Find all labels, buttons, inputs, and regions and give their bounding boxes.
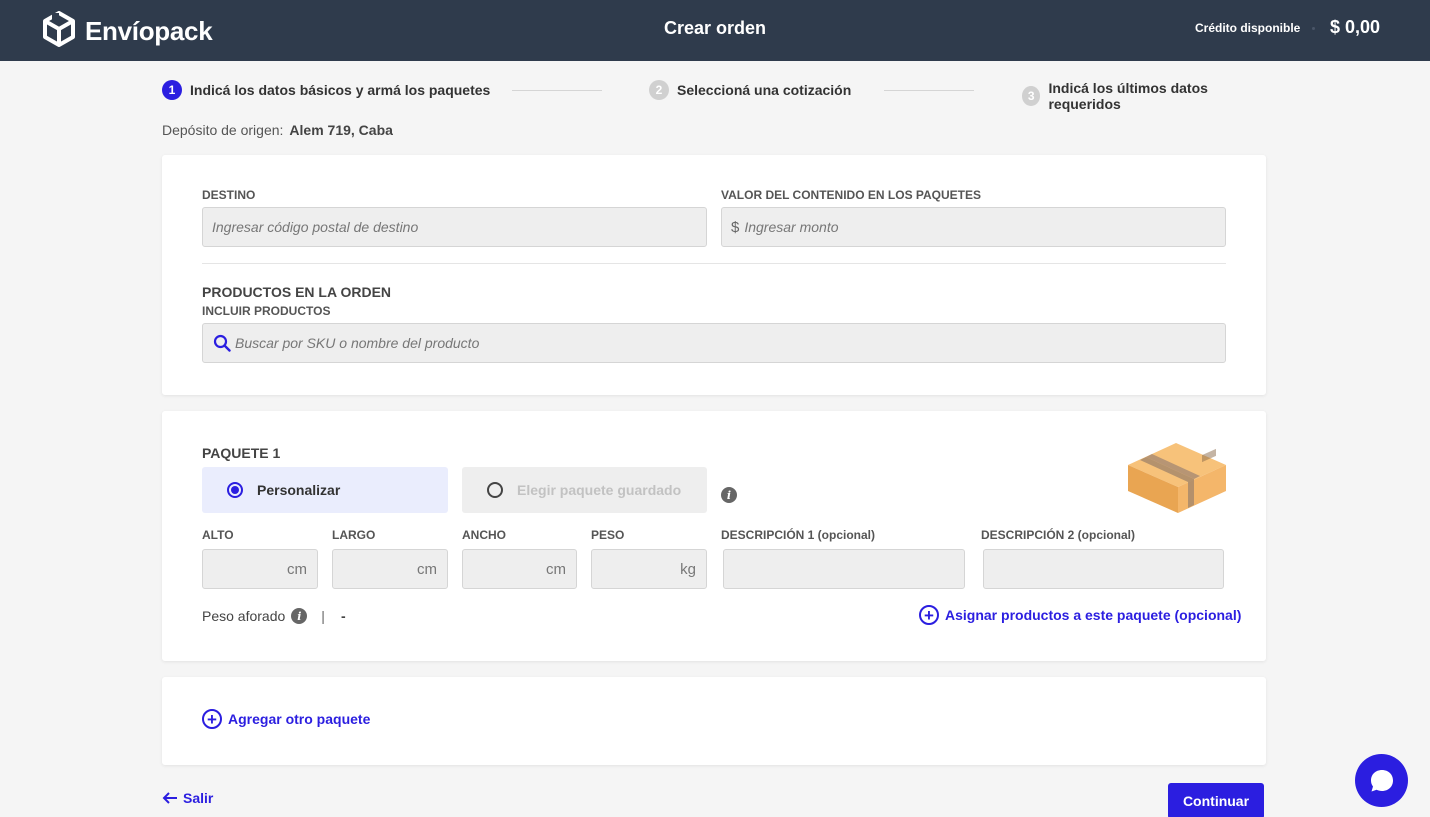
order-basics-card: DESTINO Ingresar código postal de destin… [162, 155, 1266, 395]
stepper: 1 Indicá los datos básicos y armá los pa… [162, 80, 1266, 112]
ancho-label: ANCHO [462, 528, 506, 542]
radio-unselected-icon [487, 482, 503, 498]
exit-link[interactable]: Salir [162, 790, 213, 806]
peso-label: PESO [591, 528, 625, 542]
step-connector [884, 90, 974, 91]
step-label: Indicá los últimos datos requeridos [1048, 80, 1208, 112]
credit-separator [1312, 27, 1315, 30]
content-value-label: VALOR DEL CONTENIDO EN LOS PAQUETES [721, 188, 982, 202]
description-1-input[interactable] [723, 549, 965, 589]
description-2-input[interactable] [983, 549, 1224, 589]
include-products-label: INCLUIR PRODUCTOS [202, 304, 331, 318]
volumetric-weight: Peso aforado i | - [202, 608, 346, 624]
option-customize-label: Personalizar [257, 482, 341, 498]
box-icon [1126, 441, 1228, 520]
volumetric-value: - [340, 608, 346, 624]
package-card: PAQUETE 1 Personalizar Elegir paquete gu… [162, 411, 1266, 661]
info-icon[interactable]: i [721, 487, 737, 503]
largo-input[interactable]: cm [332, 549, 448, 589]
origin-label: Depósito de origen: [162, 122, 284, 138]
option-customize[interactable]: Personalizar [202, 467, 448, 513]
info-icon[interactable]: i [291, 608, 308, 624]
volumetric-separator: | [321, 608, 325, 624]
assign-products-link[interactable]: + Asignar productos a este paquete (opci… [919, 605, 1241, 625]
origin-value: Alem 719, Caba [289, 122, 393, 138]
credit-value: $ 0,00 [1330, 17, 1381, 37]
arrow-left-icon [162, 792, 178, 804]
plus-circle-icon: + [919, 605, 939, 625]
ancho-input[interactable]: cm [462, 549, 577, 589]
step-number: 3 [1022, 86, 1041, 106]
chat-icon [1369, 768, 1395, 794]
largo-label: LARGO [332, 528, 376, 542]
destination-placeholder: Ingresar código postal de destino [212, 219, 419, 235]
content-value-input[interactable]: $ Ingresar monto [721, 207, 1226, 247]
unit-label: cm [546, 560, 566, 578]
option-saved-package[interactable]: Elegir paquete guardado [462, 467, 707, 513]
destination-label: DESTINO [202, 188, 256, 202]
destination-postal-code-input[interactable]: Ingresar código postal de destino [202, 207, 707, 247]
alto-label: ALTO [202, 528, 234, 542]
package-title: PAQUETE 1 [202, 445, 281, 461]
credit-label: Crédito disponible [1195, 21, 1301, 35]
products-title: PRODUCTOS EN LA ORDEN [202, 284, 392, 300]
step-label: Indicá los datos básicos y armá los paqu… [190, 82, 491, 98]
step-label: Seleccioná una cotización [677, 82, 852, 98]
product-search-input[interactable]: Buscar por SKU o nombre del producto [202, 323, 1226, 363]
content-value-placeholder: Ingresar monto [744, 219, 839, 235]
option-saved-label: Elegir paquete guardado [517, 482, 682, 498]
unit-label: kg [680, 560, 696, 578]
divider [202, 263, 1226, 264]
assign-products-label: Asignar productos a este paquete (opcion… [945, 607, 1242, 623]
description-1-label: DESCRIPCIÓN 1 (opcional) [721, 528, 876, 542]
description-2-label: DESCRIPCIÓN 2 (opcional) [981, 528, 1136, 542]
exit-label: Salir [183, 790, 214, 806]
step-number: 1 [162, 80, 182, 100]
step-3: 3 Indicá los últimos datos requeridos [1022, 80, 1266, 112]
unit-label: cm [287, 560, 307, 578]
continue-button[interactable]: Continuar [1168, 783, 1264, 817]
origin-warehouse: Depósito de origen: Alem 719, Caba [162, 122, 393, 138]
add-package-link[interactable]: + Agregar otro paquete [202, 709, 370, 729]
step-1: 1 Indicá los datos básicos y armá los pa… [162, 80, 490, 100]
step-number: 2 [649, 80, 669, 100]
add-package-card: + Agregar otro paquete [162, 677, 1266, 765]
search-icon [213, 334, 231, 352]
radio-selected-icon [227, 482, 243, 498]
add-package-label: Agregar otro paquete [228, 711, 371, 727]
top-bar: Envíopack Crear orden Crédito disponible… [0, 0, 1430, 61]
currency-prefix: $ [731, 218, 740, 236]
chat-button[interactable] [1355, 754, 1408, 807]
step-connector [512, 90, 602, 91]
unit-label: cm [417, 560, 437, 578]
product-search-placeholder: Buscar por SKU o nombre del producto [235, 335, 480, 351]
step-2: 2 Seleccioná una cotización [649, 80, 851, 100]
peso-input[interactable]: kg [591, 549, 707, 589]
volumetric-label: Peso aforado [202, 608, 286, 624]
plus-circle-icon: + [202, 709, 222, 729]
alto-input[interactable]: cm [202, 549, 318, 589]
